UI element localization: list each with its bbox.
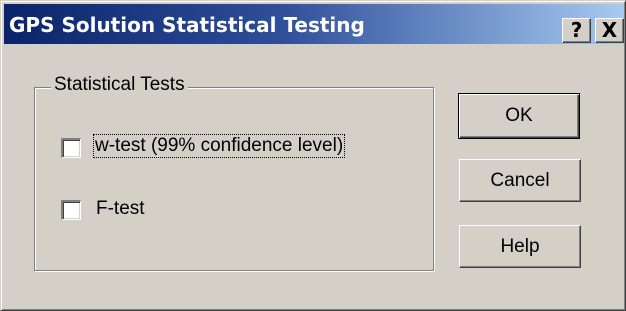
help-button[interactable]: Help: [459, 225, 581, 268]
help-caption-button[interactable]: ?: [562, 18, 591, 43]
close-caption-button[interactable]: X: [595, 18, 624, 43]
statistical-tests-group: [34, 87, 434, 271]
f-test-checkbox[interactable]: [61, 200, 81, 220]
ok-button[interactable]: OK: [458, 93, 580, 139]
group-label: Statistical Tests: [51, 74, 188, 96]
dialog-window: GPS Solution Statistical Testing ? X Sta…: [0, 0, 626, 311]
w-test-label[interactable]: w-test (99% confidence level): [92, 134, 346, 158]
title-bar[interactable]: GPS Solution Statistical Testing: [4, 4, 624, 44]
cancel-button[interactable]: Cancel: [459, 159, 581, 202]
f-test-label[interactable]: F-test: [96, 198, 145, 220]
w-test-checkbox[interactable]: [61, 138, 81, 158]
window-title: GPS Solution Statistical Testing: [9, 13, 365, 37]
